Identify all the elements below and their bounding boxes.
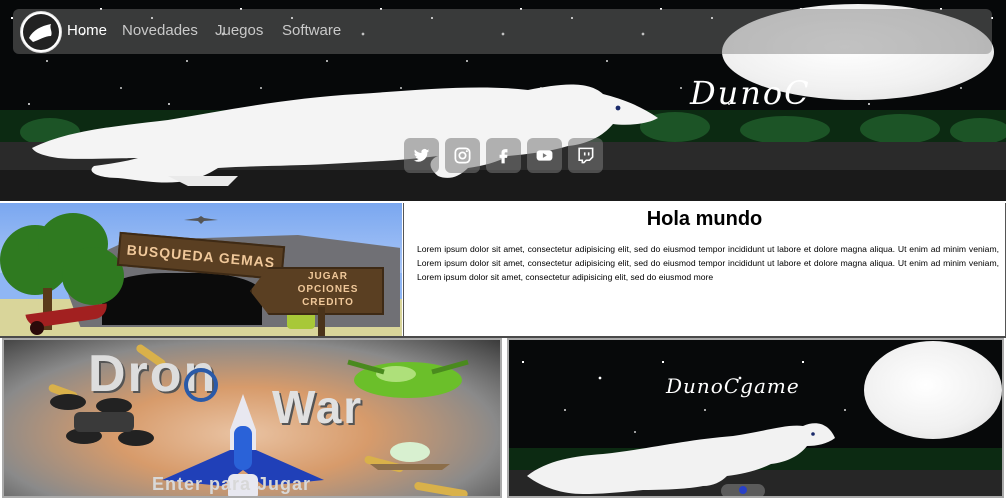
game-cave-entrance bbox=[102, 273, 262, 325]
wolf-logo-icon[interactable] bbox=[20, 11, 62, 53]
bush bbox=[740, 116, 830, 144]
nav-software[interactable]: Software bbox=[282, 22, 341, 39]
small-plane-icon bbox=[370, 442, 450, 470]
game-menu-option: CREDITO bbox=[302, 297, 354, 308]
youtube-icon[interactable] bbox=[527, 138, 562, 173]
busqueda-gemas-screenshot[interactable]: BUSQUEDA GEMAS JUGAR OPCIONES CREDITO bbox=[0, 203, 402, 336]
intro-section: Hola mundo Lorem ipsum dolor sit amet, c… bbox=[403, 203, 1006, 336]
nav-juegos[interactable]: Juegos bbox=[215, 22, 263, 39]
bird-icon bbox=[184, 216, 218, 224]
game-menu-option: JUGAR bbox=[307, 271, 348, 282]
bush bbox=[860, 114, 940, 144]
dron-war-card[interactable]: Dron War Enter para Jugar bbox=[2, 338, 502, 498]
facebook-icon[interactable] bbox=[486, 138, 521, 173]
instagram-icon[interactable] bbox=[445, 138, 480, 173]
intro-body: Lorem ipsum dolor sit amet, consectetur … bbox=[417, 244, 999, 282]
dunocgame-card[interactable]: DunoCgame bbox=[507, 338, 1004, 498]
dunocgame-brand-text: DunoCgame bbox=[666, 374, 800, 398]
nav-home[interactable]: Home bbox=[67, 22, 107, 39]
drone-icon bbox=[50, 394, 154, 446]
twitter-icon[interactable] bbox=[404, 138, 439, 173]
top-navbar: Home Novedades Juegos Software bbox=[13, 9, 992, 54]
gamepad-icon bbox=[721, 484, 765, 496]
dron-war-enter-prompt: Enter para Jugar bbox=[152, 474, 312, 494]
sign-post bbox=[318, 307, 325, 336]
twitch-icon[interactable] bbox=[568, 138, 603, 173]
green-drone-icon bbox=[347, 359, 469, 398]
bush bbox=[950, 118, 1006, 144]
tree bbox=[62, 247, 124, 305]
intro-heading: Hola mundo bbox=[646, 208, 763, 230]
running-wolf-illustration bbox=[32, 84, 658, 186]
hero-brand-text: DunoC bbox=[690, 74, 811, 112]
hero-banner: DunoC Home Novedades Juegos Software bbox=[0, 0, 1006, 201]
game-menu-sign: JUGAR OPCIONES CREDITO bbox=[250, 267, 384, 315]
moon bbox=[864, 341, 1002, 439]
running-wolf-illustration bbox=[527, 423, 835, 494]
wheelbarrow-wheel bbox=[30, 321, 44, 335]
nav-novedades[interactable]: Novedades bbox=[122, 22, 198, 39]
game-menu-option: OPCIONES bbox=[297, 284, 359, 295]
